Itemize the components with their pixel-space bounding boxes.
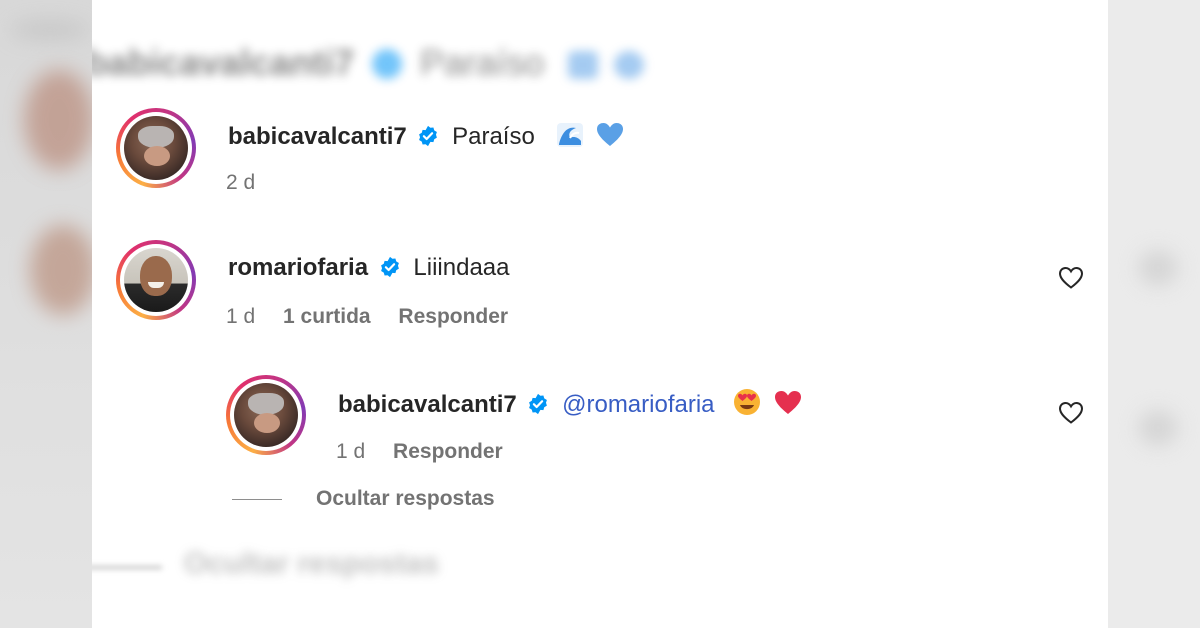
comment-2-meta: 1 d 1 curtida Responder xyxy=(226,305,530,329)
comment-2: romariofaria Liiindaaa xyxy=(228,254,510,282)
comment-1: babicavalcanti7 Paraíso xyxy=(228,122,624,155)
verified-badge-icon xyxy=(529,393,548,415)
avatar-babicavalcanti7[interactable] xyxy=(116,108,196,188)
reply-time: 1 d xyxy=(336,440,366,463)
blurred-ghost-hide-replies: Ocultar respostas xyxy=(184,547,440,580)
mention-link[interactable]: @romariofaria xyxy=(562,391,714,418)
blurred-background-left xyxy=(0,0,92,628)
comment-username[interactable]: babicavalcanti7 xyxy=(228,123,407,150)
blurred-background-right xyxy=(1108,0,1200,628)
comment-time: 2 d xyxy=(226,171,256,194)
verified-badge-icon xyxy=(419,125,438,147)
blurred-ghost-line xyxy=(92,566,162,569)
reply-comment: babicavalcanti7 @romariofaria xyxy=(338,388,802,423)
reply-meta: 1 d Responder xyxy=(336,440,525,464)
avatar-babicavalcanti7-reply[interactable] xyxy=(226,375,306,455)
like-heart-icon[interactable] xyxy=(1058,266,1084,290)
reply-username[interactable]: babicavalcanti7 xyxy=(338,391,517,418)
comment-username[interactable]: romariofaria xyxy=(228,254,368,281)
comment-text: Liiindaaa xyxy=(413,254,510,281)
wave-icon xyxy=(556,122,584,155)
hide-replies-label: Ocultar respostas xyxy=(316,487,495,510)
avatar-romariofaria[interactable] xyxy=(116,240,196,320)
reply-button[interactable]: Responder xyxy=(398,305,508,328)
likes-count-link[interactable]: 1 curtida xyxy=(283,305,371,328)
comment-1-meta: 2 d xyxy=(226,171,277,195)
reply-button[interactable]: Responder xyxy=(393,440,503,463)
heart-eyes-icon xyxy=(733,388,761,423)
blurred-ghost-comment: babicavalcanti7 Paraíso xyxy=(92,42,645,84)
comment-time: 1 d xyxy=(226,305,256,328)
comments-panel: babicavalcanti7 Paraíso Ocultar resposta… xyxy=(92,0,1108,628)
red-heart-icon xyxy=(774,390,802,423)
comment-text: Paraíso xyxy=(452,123,535,150)
like-heart-icon[interactable] xyxy=(1058,401,1084,425)
hide-replies-divider xyxy=(232,498,282,500)
blue-heart-icon xyxy=(596,122,624,155)
hide-replies-button[interactable]: Ocultar respostas xyxy=(232,487,495,511)
verified-badge-icon xyxy=(380,256,399,278)
